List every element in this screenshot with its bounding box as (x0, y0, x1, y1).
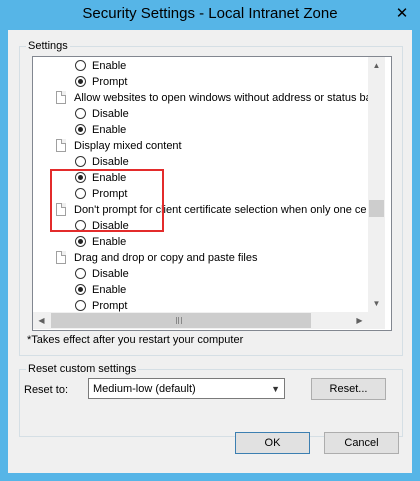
option-label: Disable (92, 268, 129, 280)
radio-checked-icon[interactable] (75, 76, 86, 87)
close-icon: ✕ (395, 5, 409, 22)
option-label: Enable (92, 60, 127, 72)
radio-unchecked-icon[interactable] (75, 156, 86, 167)
reset-to-label: Reset to: (24, 384, 69, 396)
radio-unchecked-icon[interactable] (75, 60, 86, 71)
settings-list[interactable]: Enable Prompt Allow websites to open windo… (32, 56, 392, 331)
vertical-scroll-thumb[interactable] (369, 200, 384, 217)
setting-page-icon (56, 251, 66, 264)
reset-level-select[interactable]: Medium-low (default) ▼ (88, 378, 285, 399)
radio-unchecked-icon[interactable] (75, 268, 86, 279)
chevron-down-icon: ▼ (271, 384, 280, 394)
reset-button[interactable]: Reset... (311, 378, 386, 400)
radio-unchecked-icon[interactable] (75, 108, 86, 119)
scroll-up-icon[interactable]: ▲ (368, 57, 385, 74)
option-label: Enable (92, 124, 127, 136)
horizontal-scrollbar[interactable]: ◀ ▶ (33, 312, 368, 329)
radio-unchecked-icon[interactable] (75, 300, 86, 311)
option-label: Disable (92, 108, 129, 120)
option-label: Enable (92, 284, 127, 296)
radio-checked-icon[interactable] (75, 124, 86, 135)
setting-label: Drag and drop or copy and paste files (74, 252, 258, 264)
settings-group-label: Settings (26, 40, 70, 53)
option-label: Prompt (92, 300, 128, 312)
highlight-box (50, 169, 164, 232)
ok-button[interactable]: OK (235, 432, 310, 454)
setting-page-icon (56, 91, 66, 104)
grip-icon (176, 317, 182, 324)
setting-page-icon (56, 139, 66, 152)
restart-footnote: *Takes effect after you restart your com… (27, 334, 244, 346)
scrollbar-corner (368, 312, 385, 329)
cancel-button[interactable]: Cancel (324, 432, 399, 454)
horizontal-scroll-thumb[interactable] (51, 313, 311, 328)
scroll-left-icon[interactable]: ◀ (33, 312, 50, 329)
option-label: Disable (92, 156, 129, 168)
setting-label: Allow websites to open windows without a… (74, 92, 368, 104)
scroll-right-icon[interactable]: ▶ (351, 312, 368, 329)
option-label: Enable (92, 236, 127, 248)
setting-label: Display mixed content (74, 140, 182, 152)
close-button[interactable]: ✕ (389, 3, 415, 25)
window-title: Security Settings - Local Intranet Zone (82, 5, 338, 22)
scroll-down-icon[interactable]: ▼ (368, 295, 385, 312)
option-label: Prompt (92, 76, 128, 88)
vertical-scrollbar[interactable]: ▲ ▼ (368, 57, 385, 312)
radio-checked-icon[interactable] (75, 236, 86, 247)
reset-group-label: Reset custom settings (26, 363, 139, 376)
radio-checked-icon[interactable] (75, 284, 86, 295)
dialog-client-area: Settings Enable Prompt Allow websites to o… (8, 30, 412, 473)
reset-level-value: Medium-low (default) (93, 383, 196, 395)
